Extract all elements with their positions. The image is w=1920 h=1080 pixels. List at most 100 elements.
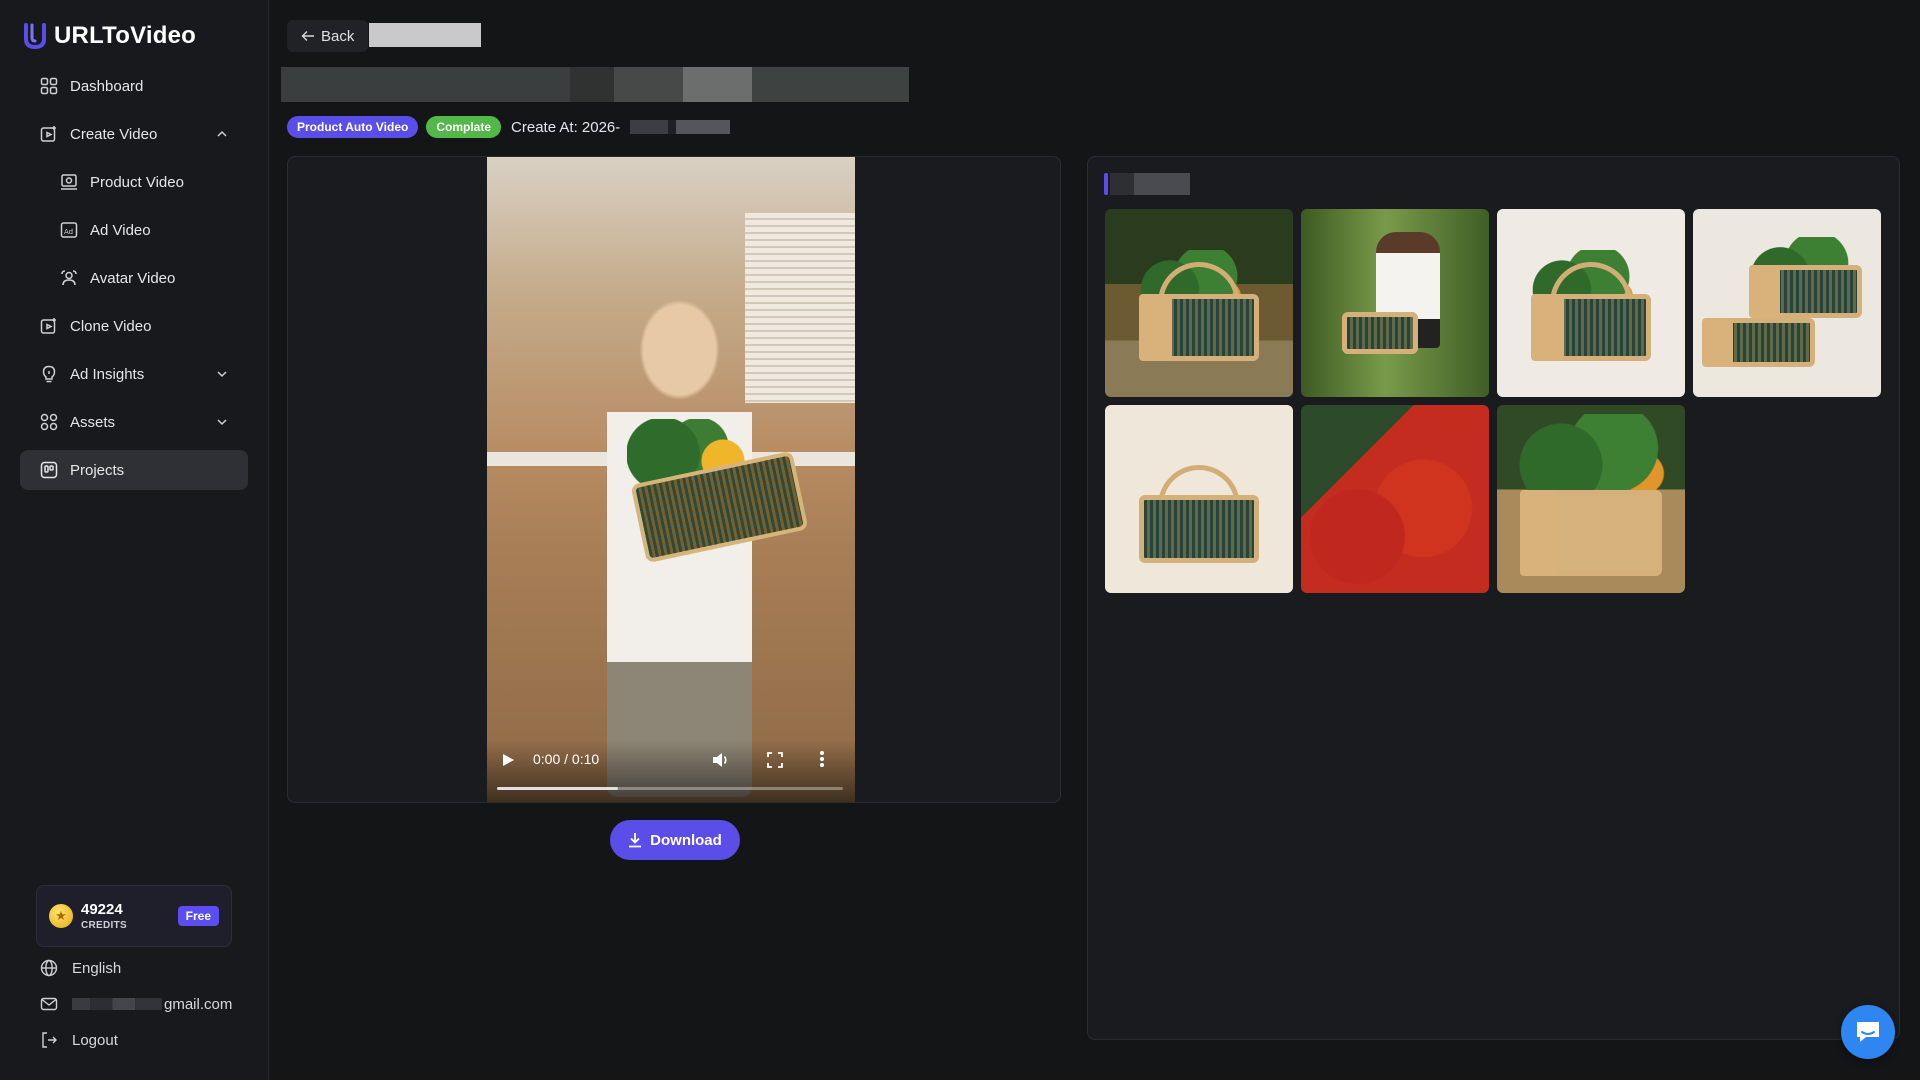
download-label: Download [650,831,722,849]
language-selector[interactable]: English [40,957,121,979]
project-title-redacted [281,67,909,102]
created-at-label: Create At: 2026- [511,118,621,136]
chat-support-button[interactable] [1841,1005,1895,1059]
sidebar: URLToVideo Dashboard Create Video Produc… [0,0,269,1080]
video-progress-fill [497,787,619,790]
thumbnail-basket [1138,495,1260,563]
thumbnail-basket [1519,489,1663,577]
sidebar-item-label: Clone Video [70,317,152,335]
product-image-thumbnail[interactable] [1497,405,1685,593]
product-image-thumbnail[interactable] [1301,405,1489,593]
thumbnail-basket [1138,293,1260,362]
grid-icon [40,77,58,95]
sidebar-item-avatar-video[interactable]: Avatar Video [20,258,248,298]
download-button[interactable]: Download [610,820,740,860]
chevron-down-icon[interactable] [216,416,228,428]
credits-card[interactable]: ★ 49224 CREDITS Free [36,885,232,947]
logo[interactable]: URLToVideo [24,20,248,52]
thumbnail-basket [1530,293,1652,362]
chevron-down-icon[interactable] [216,368,228,380]
ad-video-icon: Ad [60,222,78,238]
sidebar-item-ad-insights[interactable]: Ad Insights [20,354,248,394]
product-video-icon [61,174,77,190]
sidebar-item-create-video[interactable]: Create Video [20,114,248,154]
chevron-up-icon[interactable] [216,128,228,140]
account-email: gmail.com [40,993,232,1015]
status-badge: Complate [426,116,502,138]
assets-panel [1087,156,1900,1040]
sidebar-item-projects[interactable]: Projects [20,450,248,490]
credits-amount: 49224 [81,901,123,918]
credits-info: 49224 CREDITS [81,901,127,931]
type-badge: Product Auto Video [287,116,419,138]
sidebar-nav: Dashboard Create Video Product Video Ad … [20,66,248,490]
volume-icon[interactable] [712,752,730,768]
product-image-thumbnail[interactable] [1497,209,1685,397]
project-meta: Product Auto Video Complate Create At: 2… [287,116,731,138]
created-at-redacted [630,120,731,134]
globe-icon [40,959,58,977]
sidebar-item-dashboard[interactable]: Dashboard [20,66,248,106]
thumbnail-basket [1702,318,1816,367]
chat-icon [1857,1022,1879,1042]
logout-button[interactable]: Logout [40,1029,118,1051]
product-image-thumbnail[interactable] [1105,209,1293,397]
sidebar-item-ad-video[interactable]: Ad Ad Video [20,210,248,250]
video-time: 0:00 / 0:10 [533,751,600,767]
email-suffix: gmail.com [164,995,233,1013]
download-icon [629,833,642,848]
projects-icon [40,461,58,479]
mail-icon [40,997,58,1011]
avatar-icon [61,270,77,286]
assets-header [1104,173,1190,195]
assets-header-accent [1104,173,1108,195]
product-image-grid [1105,209,1881,593]
video-controls: 0:00 / 0:10 [487,740,855,802]
coin-icon: ★ [49,904,73,928]
main-content: Back Product Auto Video Complate Create … [269,0,1920,1080]
breadcrumb-redacted [369,23,481,47]
thumbnail-basket [1749,265,1863,319]
sidebar-item-label: Ad Insights [70,365,145,383]
logout-label: Logout [72,1031,118,1049]
sidebar-item-label: Ad Video [90,221,151,239]
play-icon[interactable] [501,753,515,767]
logo-icon [24,23,46,49]
video-frame-window [745,213,855,403]
back-button[interactable]: Back [287,20,369,52]
sidebar-item-assets[interactable]: Assets [20,402,248,442]
brand-name: URLToVideo [54,22,196,49]
app-root: URLToVideo Dashboard Create Video Produc… [0,0,1920,1080]
product-image-thumbnail[interactable] [1693,209,1881,397]
language-label: English [72,959,122,977]
video-progress-bar[interactable] [497,787,843,790]
thumbnail-basket [1342,312,1418,354]
fullscreen-icon[interactable] [767,752,783,768]
sidebar-item-product-video[interactable]: Product Video [20,162,248,202]
clone-video-icon [40,318,56,334]
sidebar-item-label: Product Video [90,173,184,191]
product-image-thumbnail[interactable] [1105,405,1293,593]
sidebar-item-label: Avatar Video [90,269,176,287]
assets-icon [40,413,58,431]
assets-title-redacted [1110,173,1190,195]
logout-icon [42,1032,57,1048]
sidebar-item-label: Dashboard [70,77,144,95]
sidebar-item-label: Create Video [70,125,158,143]
sidebar-item-label: Projects [70,461,125,479]
video-player[interactable]: 0:00 / 0:10 [487,157,855,802]
create-video-icon [40,126,56,142]
credits-label: CREDITS [81,920,127,931]
back-label: Back [321,27,355,45]
arrow-left-icon [301,31,314,41]
svg-text:Ad: Ad [64,228,73,236]
sidebar-item-label: Assets [70,413,116,431]
plan-badge[interactable]: Free [177,906,219,926]
video-panel: 0:00 / 0:10 [287,156,1061,803]
sidebar-item-clone-video[interactable]: Clone Video [20,306,248,346]
thumbnail-vegetables [1515,414,1667,499]
email-redacted [72,998,162,1010]
more-options-icon[interactable] [819,750,825,768]
product-image-thumbnail[interactable] [1301,209,1489,397]
lightbulb-icon [42,365,56,383]
